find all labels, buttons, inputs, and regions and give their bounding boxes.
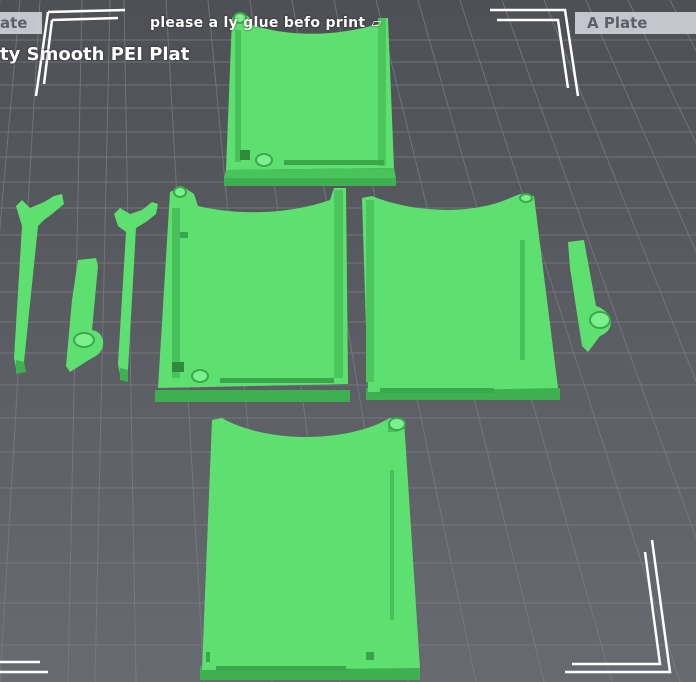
part-middle-left-frame[interactable] (155, 186, 350, 402)
edit-icon[interactable]: ▱ (371, 13, 381, 35)
plate-type-label: ty Smooth PEI Plat (0, 44, 190, 65)
part-bottom-frame[interactable] (200, 417, 420, 680)
plate-tab-left[interactable]: ate (0, 12, 42, 34)
part-top-frame[interactable] (224, 12, 396, 186)
plate-notice-text: please a ly glue befo print (150, 15, 366, 31)
plate-notice[interactable]: please a ly glue befo print ▱ (150, 12, 382, 34)
part-middle-right-frame[interactable] (362, 193, 560, 400)
plate-tab-right[interactable]: A Plate (575, 12, 696, 34)
build-plate-viewport[interactable] (0, 0, 696, 682)
